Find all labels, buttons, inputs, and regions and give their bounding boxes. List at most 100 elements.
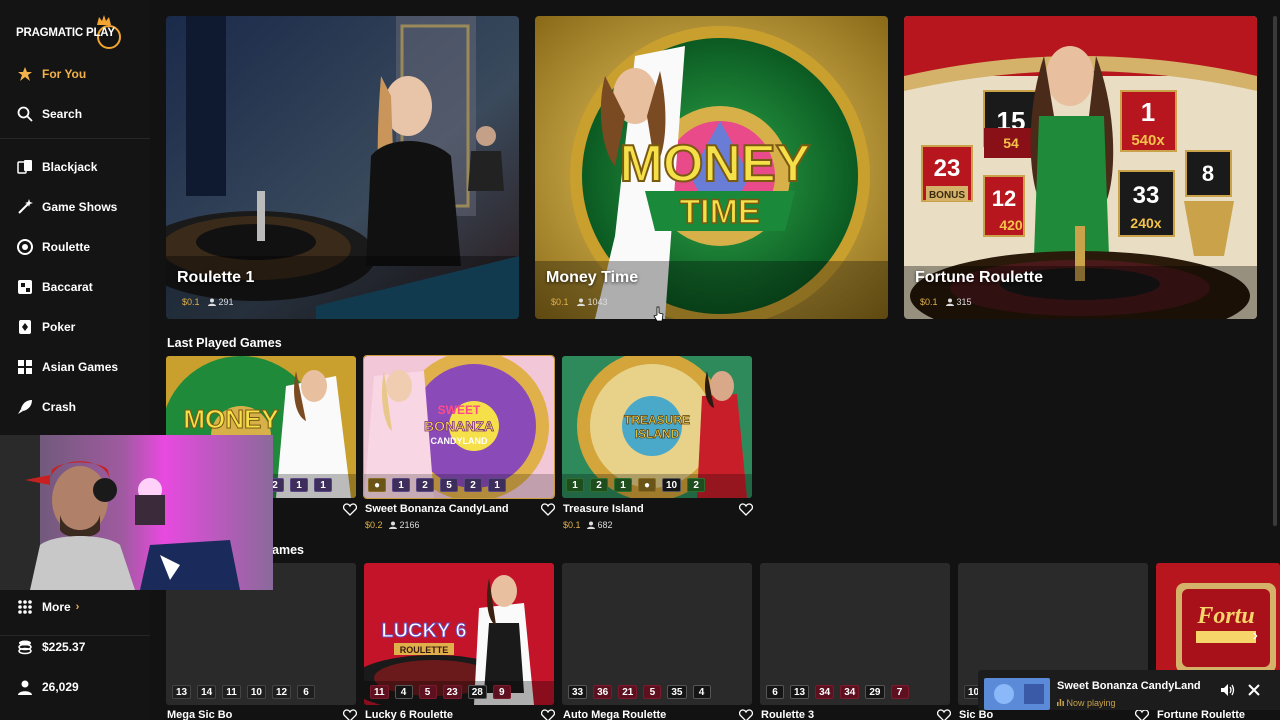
player-count: 291	[207, 297, 234, 307]
sidebar-item-crash[interactable]: Crash	[16, 395, 76, 419]
baccarat-icon	[16, 278, 34, 296]
result-history: 2 1 1	[266, 478, 332, 492]
result-chip: 2	[416, 478, 434, 492]
result-chip: 6	[297, 685, 316, 699]
game-name[interactable]: Mega Sic Bo	[167, 709, 232, 720]
game-tile-lucky-6-roulette[interactable]: LUCKY 6 ROULETTE 11 4 5 23 28 9	[364, 563, 554, 705]
fr-multiplier: 540x	[1131, 132, 1165, 149]
poker-icon	[16, 318, 34, 336]
featured-tile-roulette-1[interactable]: Roulette 1 $0.1 291	[166, 16, 519, 319]
rocket-icon	[16, 398, 34, 416]
sidebar-item-blackjack[interactable]: Blackjack	[16, 155, 97, 179]
result-chip: 36	[593, 685, 613, 699]
fortune-logo-text: Fortu	[1196, 603, 1254, 629]
cards-icon	[16, 158, 34, 176]
sweet-logo-text: SWEET	[438, 403, 481, 417]
last-played-tile-treasure-island[interactable]: TREASURE ISLAND 1 2 1 ● 10 2	[562, 356, 752, 498]
sidebar-item-search[interactable]: Search	[16, 102, 82, 126]
fr-multiplier: 240x	[1130, 215, 1161, 231]
bonanza-logo-text: BONANZA	[424, 418, 494, 434]
money-time-logo-text: MONEY	[620, 135, 811, 193]
player-count: 315	[945, 297, 972, 307]
fr-number: 23	[934, 155, 961, 182]
result-chip: 4	[692, 685, 711, 699]
last-played-tile-sweet-bonanza[interactable]: SWEET BONANZA CANDYLAND ● 1 2 5 2 1	[363, 355, 555, 499]
webcam-video	[0, 435, 273, 590]
result-chip: 2	[464, 478, 482, 492]
fr-number: 1	[1141, 97, 1155, 127]
hero-title: Fortune Roulette	[915, 269, 1043, 286]
favorite-heart-icon[interactable]	[343, 503, 357, 516]
game-name[interactable]: Fortune Roulette	[1157, 709, 1245, 720]
roulette-logo-text: ROULETTE	[400, 645, 449, 655]
game-name[interactable]: Lucky 6 Roulette	[365, 709, 453, 720]
favorite-heart-icon[interactable]	[343, 709, 357, 720]
favorite-heart-icon[interactable]	[541, 709, 555, 720]
close-icon[interactable]	[1246, 682, 1262, 698]
result-history: 13 14 11 10 12 6	[172, 685, 316, 699]
result-chip: 1	[290, 478, 308, 492]
equalizer-icon	[1057, 699, 1064, 706]
result-chip: 21	[618, 685, 638, 699]
game-name[interactable]: Treasure Island	[563, 503, 644, 515]
balance-display[interactable]: $225.37	[16, 635, 85, 659]
game-name[interactable]: Sic Bo	[959, 709, 993, 720]
logo-text: PRAGMATIC PLAY	[16, 27, 115, 39]
pragmatic-play-logo[interactable]: PRAGMATIC PLAY	[14, 14, 124, 54]
app-root: PRAGMATIC PLAY For You Search Blackjack	[0, 0, 1280, 720]
sweet-bonanza-thumbnail: SWEET BONANZA CANDYLAND	[364, 356, 554, 498]
profile-points[interactable]: 26,029	[16, 675, 79, 699]
treasure-island-thumbnail: TREASURE ISLAND	[562, 356, 752, 498]
volume-icon[interactable]	[1219, 682, 1235, 698]
sidebar-item-game-shows[interactable]: Game Shows	[16, 195, 117, 219]
roulette-icon	[16, 238, 34, 256]
lucky-6-thumbnail: LUCKY 6 ROULETTE	[364, 563, 554, 705]
carousel-next-icon[interactable]: ›	[1253, 627, 1258, 645]
featured-tile-money-time[interactable]: MONEY TIME Money Time $0.1 1043	[535, 16, 888, 319]
sidebar-item-label: Search	[42, 107, 83, 121]
sidebar-item-poker[interactable]: Poker	[16, 315, 75, 339]
section-title-partial: ames	[272, 543, 304, 557]
result-chip: 28	[467, 685, 487, 699]
favorite-heart-icon[interactable]	[739, 503, 753, 516]
result-chip: 1	[392, 478, 410, 492]
result-chip: 4	[394, 685, 413, 699]
result-chip: 12	[271, 685, 292, 699]
fr-bonus: BONUS	[929, 190, 965, 201]
result-history: ● 1 2 5 2 1	[368, 478, 506, 492]
featured-tile-fortune-roulette[interactable]: 15 54 1 540x 23 BONUS 12 420 33 240x 8 F…	[904, 16, 1257, 319]
mouse-cursor-icon	[653, 306, 664, 322]
sidebar-item-for-you[interactable]: For You	[16, 62, 86, 86]
result-chip: 11	[370, 685, 389, 699]
money-time-logo-text: MONEY	[183, 404, 278, 434]
balance-value: $225.37	[42, 640, 86, 654]
points-value: 26,029	[42, 680, 79, 694]
sidebar-item-baccarat[interactable]: Baccarat	[16, 275, 93, 299]
sidebar-more-button[interactable]: More ›	[16, 595, 79, 619]
game-tile-roulette-3[interactable]: 6 13 34 34 29 7	[760, 563, 950, 705]
section-title-last-played: Last Played Games	[167, 336, 282, 350]
now-playing-thumbnail	[984, 678, 1050, 710]
sidebar-item-roulette[interactable]: Roulette	[16, 235, 90, 259]
user-icon	[388, 521, 397, 529]
hero-meta: $0.1 1043	[551, 297, 608, 307]
result-chip: 7	[890, 685, 909, 699]
fr-number: 54	[1003, 135, 1019, 151]
favorite-heart-icon[interactable]	[541, 503, 555, 516]
player-count-value: 291	[218, 297, 234, 307]
now-playing-bar[interactable]: Sweet Bonanza CandyLand Now playing	[978, 670, 1280, 710]
favorite-heart-icon[interactable]	[739, 709, 753, 720]
result-chip: 33	[568, 685, 588, 699]
page-scrollbar[interactable]	[1273, 16, 1277, 526]
sidebar-item-asian-games[interactable]: Asian Games	[16, 355, 118, 379]
result-chip: 10	[662, 478, 682, 492]
favorite-heart-icon[interactable]	[937, 709, 951, 720]
game-name[interactable]: Roulette 3	[761, 709, 814, 720]
favorite-heart-icon[interactable]	[1135, 709, 1149, 720]
streamer-webcam-overlay	[0, 435, 273, 590]
star-badge-icon	[16, 65, 34, 83]
min-bet: $0.1	[551, 297, 569, 307]
game-tile-auto-mega-roulette[interactable]: 33 36 21 5 35 4	[562, 563, 752, 705]
game-name[interactable]: Auto Mega Roulette	[563, 709, 666, 720]
game-name[interactable]: Sweet Bonanza CandyLand	[365, 503, 509, 515]
